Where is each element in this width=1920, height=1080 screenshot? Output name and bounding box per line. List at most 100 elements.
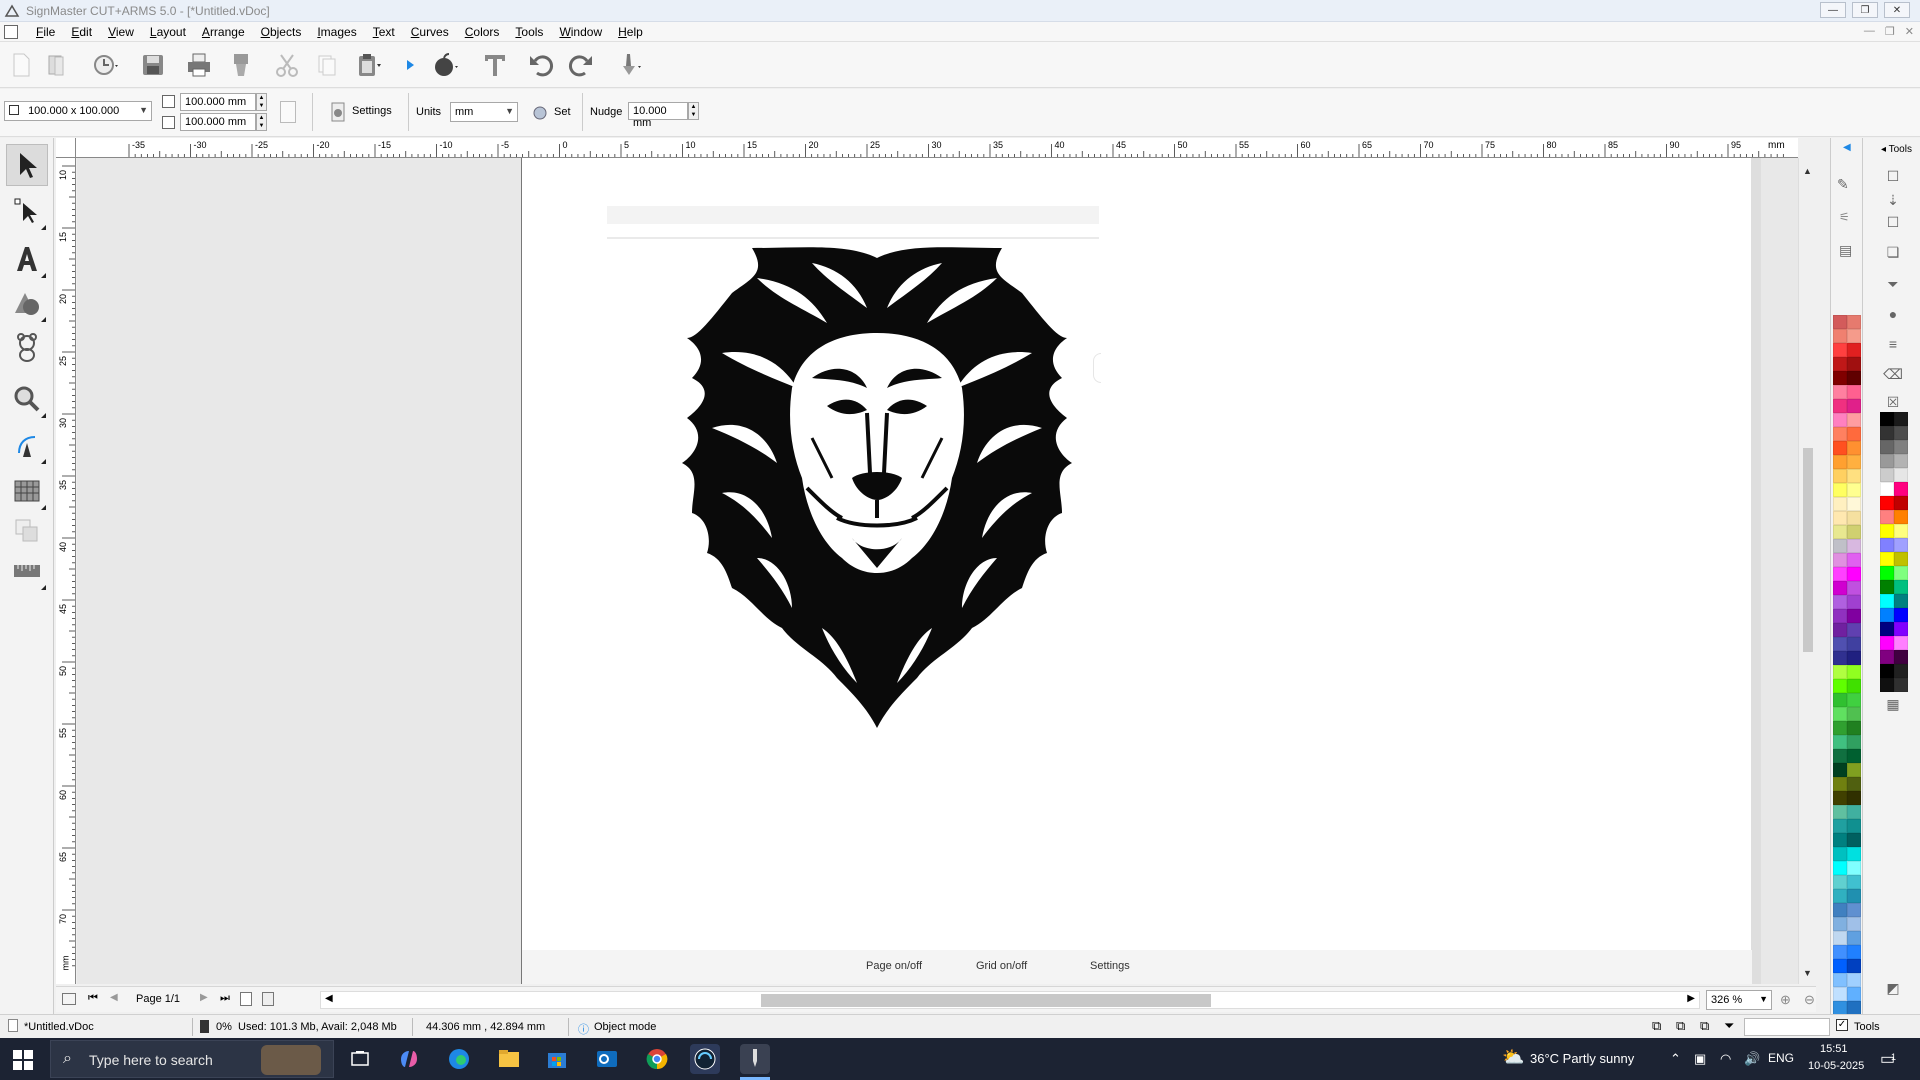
color-swatch[interactable]: [1894, 468, 1908, 482]
prev-page-icon[interactable]: ◀: [110, 992, 118, 1003]
color-swatch[interactable]: [1894, 510, 1908, 524]
color-swatch[interactable]: [1833, 525, 1847, 539]
zoom-tool[interactable]: [6, 378, 48, 420]
color-swatch[interactable]: [1833, 931, 1847, 945]
color-swatch[interactable]: [1833, 805, 1847, 819]
color-swatch[interactable]: [1833, 343, 1847, 357]
horizontal-scrollbar[interactable]: ◀ ▶: [320, 991, 1700, 1009]
pen-tool[interactable]: [6, 424, 48, 466]
color-swatch[interactable]: [1833, 427, 1847, 441]
tools-checkbox[interactable]: ✓: [1836, 1019, 1848, 1031]
color-swatch[interactable]: [1833, 987, 1847, 1001]
device-icon[interactable]: ▣: [1694, 1051, 1706, 1067]
color-swatch[interactable]: [1833, 623, 1847, 637]
grid-toggle-button[interactable]: Grid on/off: [976, 960, 1027, 972]
color-swatch[interactable]: [1894, 426, 1908, 440]
color-swatch[interactable]: [1833, 735, 1847, 749]
file-explorer-icon[interactable]: [494, 1044, 524, 1074]
nudge-input[interactable]: 10.000 mm ▲ ▼: [628, 102, 699, 129]
menu-window[interactable]: Window: [551, 25, 610, 39]
scan-button[interactable]: [90, 50, 120, 80]
zoom-in-icon[interactable]: ⊕: [1780, 992, 1791, 1008]
color-swatch[interactable]: [1880, 426, 1894, 440]
color-swatch[interactable]: [1880, 552, 1894, 566]
snap-guides-icon[interactable]: ⧉: [1676, 1018, 1685, 1034]
color-swatch[interactable]: [1833, 497, 1847, 511]
horizontal-scroll-thumb[interactable]: [761, 994, 1211, 1007]
tool-palette-grid-icon[interactable]: ▦: [1883, 694, 1903, 714]
color-swatch[interactable]: [1847, 315, 1861, 329]
mdi-minimize-icon[interactable]: —: [1864, 25, 1875, 38]
color-swatch[interactable]: [1894, 622, 1908, 636]
color-swatch[interactable]: [1894, 496, 1908, 510]
tool-blank-icon[interactable]: ☐: [1883, 212, 1903, 232]
open-button[interactable]: [42, 50, 72, 80]
copy-button[interactable]: [312, 50, 342, 80]
close-button[interactable]: ✕: [1884, 2, 1910, 18]
zoom-out-icon[interactable]: ⊖: [1804, 992, 1815, 1008]
color-swatch[interactable]: [1894, 594, 1908, 608]
cut-plotter-button[interactable]: [226, 50, 256, 80]
color-swatches-primary[interactable]: [1833, 315, 1861, 1015]
vertical-scroll-thumb[interactable]: [1803, 448, 1813, 652]
color-swatch[interactable]: [1833, 413, 1847, 427]
language-indicator[interactable]: ENG: [1768, 1051, 1794, 1065]
document-icon[interactable]: [4, 25, 18, 39]
paste-button[interactable]: [354, 50, 384, 80]
color-swatch[interactable]: [1894, 608, 1908, 622]
tool-download-icon[interactable]: ⇣: [1883, 190, 1903, 210]
color-swatch[interactable]: [1833, 861, 1847, 875]
tool-fill-stroke-icon[interactable]: ◩: [1883, 978, 1903, 998]
color-swatch[interactable]: [1833, 357, 1847, 371]
color-swatch[interactable]: [1880, 650, 1894, 664]
color-swatch[interactable]: [1833, 637, 1847, 651]
apple-tool-button[interactable]: [430, 50, 460, 80]
color-swatch[interactable]: [1894, 650, 1908, 664]
color-swatch[interactable]: [1880, 566, 1894, 580]
tool-copies-icon[interactable]: ❏: [1883, 242, 1903, 262]
filter-icon[interactable]: ⏷: [1724, 1018, 1734, 1034]
drawing-canvas[interactable]: Page on/off Grid on/off Settings: [77, 158, 1798, 984]
color-swatch[interactable]: [1847, 791, 1861, 805]
next-page-icon[interactable]: ▶: [200, 992, 208, 1003]
snap-grid-icon[interactable]: ⧉: [1652, 1018, 1661, 1034]
color-swatch[interactable]: [1833, 889, 1847, 903]
color-swatch[interactable]: [1847, 497, 1861, 511]
color-swatch[interactable]: [1847, 987, 1861, 1001]
spin-arrows-icon[interactable]: ▲ ▼: [688, 102, 699, 120]
last-page-icon[interactable]: ⏭: [220, 992, 230, 1005]
color-swatch[interactable]: [1847, 637, 1861, 651]
color-swatch[interactable]: [1833, 609, 1847, 623]
outlook-icon[interactable]: [592, 1044, 622, 1074]
task-view-icon[interactable]: [345, 1044, 375, 1074]
collapse-arrow-icon[interactable]: ◀: [1843, 142, 1851, 153]
cut-button[interactable]: [272, 50, 302, 80]
color-swatch[interactable]: [1833, 553, 1847, 567]
menu-tools[interactable]: Tools: [507, 25, 551, 39]
units-select[interactable]: mm ▼: [450, 102, 518, 122]
color-swatch[interactable]: [1833, 315, 1847, 329]
color-swatch[interactable]: [1894, 412, 1908, 426]
color-swatch[interactable]: [1847, 427, 1861, 441]
color-swatch[interactable]: [1847, 441, 1861, 455]
color-swatch[interactable]: [1833, 875, 1847, 889]
color-swatch[interactable]: [1847, 525, 1861, 539]
lion-head-graphic[interactable]: [662, 238, 1092, 728]
color-swatch[interactable]: [1847, 357, 1861, 371]
shadow-tool[interactable]: [6, 510, 48, 552]
color-swatch[interactable]: [1833, 455, 1847, 469]
ruler-origin[interactable]: [56, 138, 76, 158]
color-swatch[interactable]: [1847, 651, 1861, 665]
first-page-icon[interactable]: ⏮: [88, 992, 98, 1005]
color-swatch[interactable]: [1847, 371, 1861, 385]
menu-text[interactable]: Text: [365, 25, 403, 39]
color-swatch[interactable]: [1880, 468, 1894, 482]
color-swatch[interactable]: [1880, 496, 1894, 510]
wifi-icon[interactable]: ◠: [1720, 1051, 1731, 1067]
chrome-icon[interactable]: [642, 1044, 672, 1074]
edge-browser-icon[interactable]: [444, 1044, 474, 1074]
color-swatch[interactable]: [1847, 469, 1861, 483]
color-swatch[interactable]: [1880, 412, 1894, 426]
color-swatch[interactable]: [1847, 763, 1861, 777]
color-swatch[interactable]: [1880, 594, 1894, 608]
